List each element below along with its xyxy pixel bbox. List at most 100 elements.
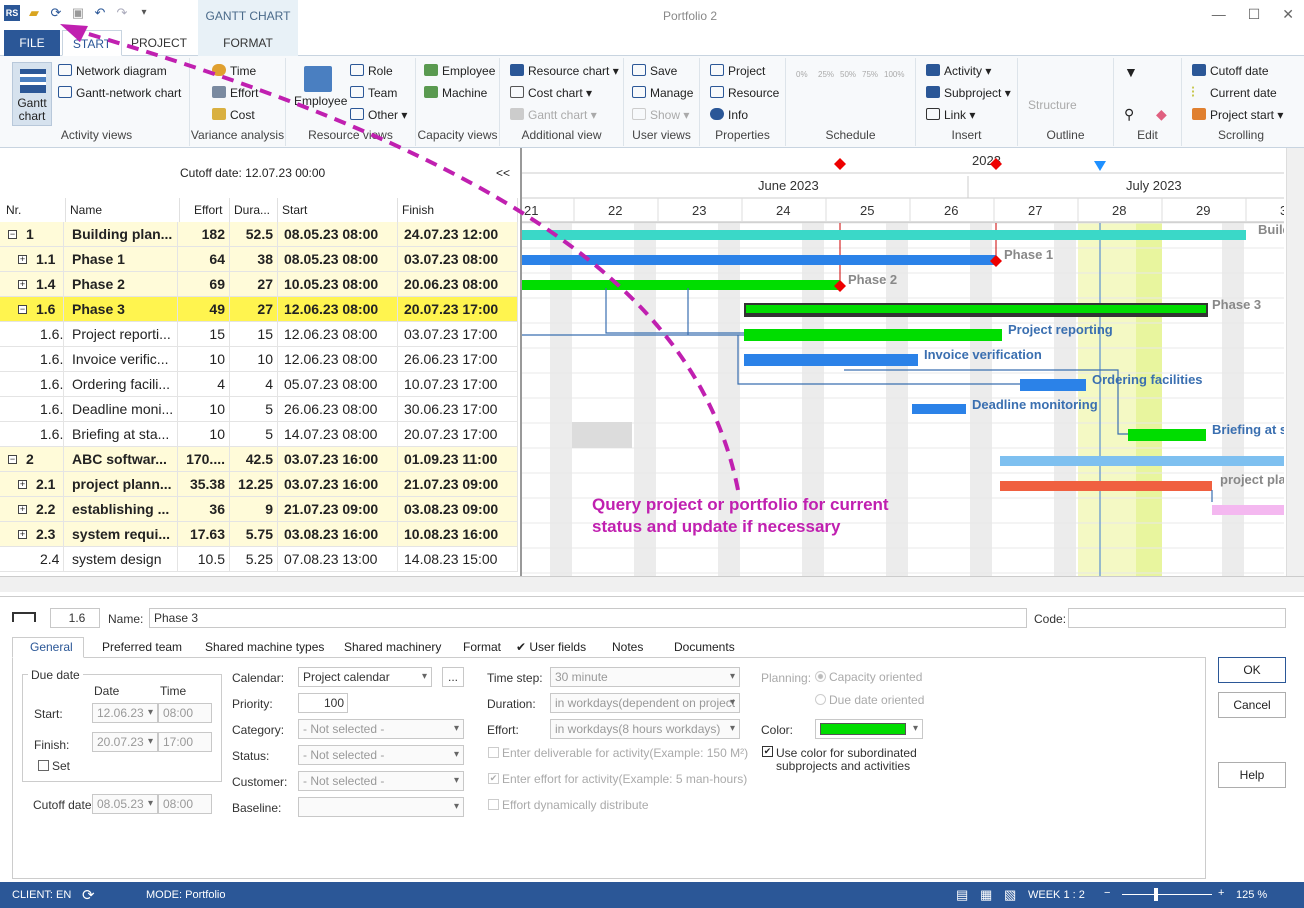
dynamic-effort-checkbox[interactable] xyxy=(488,799,499,810)
resource-role-button[interactable]: Role xyxy=(350,64,393,78)
insert-link-button[interactable]: Link ▾ xyxy=(926,108,975,122)
project-properties-button[interactable]: Project xyxy=(710,64,765,78)
insert-subproject-button[interactable]: Subproject ▾ xyxy=(926,86,1011,100)
view-save-button[interactable]: Save xyxy=(632,64,677,78)
insert-activity-button[interactable]: Activity ▾ xyxy=(926,64,991,78)
collapse-grid-button[interactable]: << xyxy=(496,166,510,180)
col-finish[interactable]: Finish xyxy=(402,198,518,222)
cost-chart-button[interactable]: Cost chart ▾ xyxy=(510,86,592,100)
capacity-radio[interactable] xyxy=(815,671,826,682)
finish-date-field[interactable]: 20.07.23 xyxy=(92,732,158,752)
pct-25[interactable]: 25% xyxy=(818,70,840,79)
col-effort[interactable]: Effort xyxy=(180,198,230,222)
dtab-format[interactable]: Format xyxy=(463,640,501,658)
cutoff-date-field[interactable]: 08.05.23 xyxy=(92,794,158,814)
pct-0[interactable]: 0% xyxy=(796,70,818,79)
client-language[interactable]: CLIENT: EN xyxy=(12,889,71,901)
priority-field[interactable]: 100 xyxy=(298,693,348,713)
effort-select[interactable]: in workdays(8 hours workdays) xyxy=(550,719,740,739)
color-select[interactable] xyxy=(815,719,923,739)
resource-team-button[interactable]: Team xyxy=(350,86,397,100)
gantt-network-button[interactable]: Gantt-network chart xyxy=(58,86,181,100)
scroll-cutoff-button[interactable]: Cutoff date xyxy=(1192,64,1269,78)
tab-file[interactable]: FILE xyxy=(4,30,60,56)
detail-name-field[interactable]: Phase 3 xyxy=(149,608,1027,628)
table-row[interactable]: +2.1 project plann... 35.38 12.25 03.07.23 1… xyxy=(0,472,518,497)
cutoff-time-field[interactable]: 08:00 xyxy=(158,794,212,814)
start-time-field[interactable]: 08:00 xyxy=(158,703,212,723)
variance-effort-button[interactable]: Effort xyxy=(212,86,258,100)
dtab-shared-machine-types[interactable]: Shared machine types xyxy=(205,640,324,658)
category-select[interactable]: - Not selected - xyxy=(298,719,464,739)
pct-100[interactable]: 100% xyxy=(884,70,906,79)
zoom-slider-track[interactable] xyxy=(1122,894,1212,895)
customer-select[interactable]: - Not selected - xyxy=(298,771,464,791)
calendar-select[interactable]: Project calendar xyxy=(298,667,432,687)
view-split-icon[interactable]: ▧ xyxy=(1004,887,1016,903)
dtab-documents[interactable]: Documents xyxy=(674,640,735,658)
help-button[interactable]: Help xyxy=(1218,762,1286,788)
table-row[interactable]: +1.4 Phase 2 69 27 10.05.23 08:00 20.06.23 08… xyxy=(0,272,518,297)
find-icon[interactable]: ⚲ xyxy=(1124,106,1134,123)
finish-time-field[interactable]: 17:00 xyxy=(158,732,212,752)
pct-50[interactable]: 50% xyxy=(840,70,862,79)
capacity-machine-button[interactable]: Machine xyxy=(424,86,487,100)
pct-75[interactable]: 75% xyxy=(862,70,884,79)
set-checkbox[interactable] xyxy=(38,760,49,771)
table-row[interactable]: 1.6. Project reporti... 15 15 12.06.23 08:00… xyxy=(0,322,518,347)
ok-button[interactable]: OK xyxy=(1218,657,1286,683)
use-color-checkbox[interactable]: ✔ xyxy=(762,746,773,757)
gantt-chart-button[interactable]: Gantt chart xyxy=(12,62,52,126)
col-name[interactable]: Name xyxy=(70,198,180,222)
dtab-notes[interactable]: Notes xyxy=(612,640,643,658)
network-diagram-button[interactable]: Network diagram xyxy=(58,64,167,78)
variance-time-button[interactable]: Time xyxy=(212,64,256,78)
table-row[interactable]: +1.1 Phase 1 64 38 08.05.23 08:00 03.07.23 08… xyxy=(0,247,518,272)
scroll-current-button[interactable]: Current date xyxy=(1192,86,1277,100)
table-row[interactable]: 1.6. Briefing at sta... 10 5 14.07.23 08:00 2… xyxy=(0,422,518,447)
variance-cost-button[interactable]: Cost xyxy=(212,108,255,122)
capacity-employee-button[interactable]: Employee xyxy=(424,64,495,78)
info-button[interactable]: Info xyxy=(710,108,748,122)
table-row[interactable]: 1.6. Ordering facili... 4 4 05.07.23 08:00 10… xyxy=(0,372,518,397)
table-row[interactable]: 1.6. Invoice verific... 10 10 12.06.23 08:00… xyxy=(0,347,518,372)
detail-code-field[interactable] xyxy=(1068,608,1286,628)
col-duration[interactable]: Dura... xyxy=(234,198,278,222)
duration-select[interactable]: in workdays(dependent on project c xyxy=(550,693,740,713)
zoom-slider-thumb[interactable] xyxy=(1154,888,1158,901)
start-date-field[interactable]: 12.06.23 xyxy=(92,703,158,723)
resource-chart-button[interactable]: Resource chart ▾ xyxy=(510,64,619,78)
detail-nr-field[interactable]: 1.6 xyxy=(50,608,100,628)
tab-format[interactable]: FORMAT xyxy=(198,30,298,56)
dtab-general[interactable]: General xyxy=(30,640,73,658)
view-normal-icon[interactable]: ▤ xyxy=(956,887,968,903)
status-select[interactable]: - Not selected - xyxy=(298,745,464,765)
horizontal-scrollbar[interactable] xyxy=(0,576,1304,592)
enter-effort-checkbox[interactable]: ✔ xyxy=(488,773,499,784)
table-row[interactable]: 2.4 system design 10.5 5.25 07.08.23 13:00 14… xyxy=(0,547,518,572)
minimize-icon[interactable]: — xyxy=(1212,6,1226,23)
dtab-shared-machinery[interactable]: Shared machinery xyxy=(344,640,441,658)
baseline-select[interactable] xyxy=(298,797,464,817)
dtab-user-fields[interactable]: ✔ User fields xyxy=(516,640,586,658)
resource-properties-button[interactable]: Resource xyxy=(710,86,779,100)
zoom-in-icon[interactable]: + xyxy=(1218,887,1224,899)
view-show-button[interactable]: Show ▾ xyxy=(632,108,689,122)
view-grid-icon[interactable]: ▦ xyxy=(980,887,992,903)
deliverable-checkbox[interactable] xyxy=(488,747,499,758)
timestep-select[interactable]: 30 minute xyxy=(550,667,740,687)
tab-project[interactable]: PROJECT xyxy=(128,30,190,56)
table-row[interactable]: −1.6 Phase 3 49 27 12.06.23 08:00 20.07.23 17… xyxy=(0,297,518,322)
structure-button[interactable]: Structure xyxy=(1028,98,1077,112)
calendar-more-button[interactable]: ... xyxy=(442,667,464,687)
table-row[interactable]: +2.3 system requi... 17.63 5.75 03.08.23 16:… xyxy=(0,522,518,547)
table-row[interactable]: −2 ABC softwar... 170.... 42.5 03.07.23 16:0… xyxy=(0,447,518,472)
view-manage-button[interactable]: Manage xyxy=(632,86,693,100)
eraser-icon[interactable]: ◆ xyxy=(1156,106,1167,123)
table-row[interactable]: 1.6. Deadline moni... 10 5 26.06.23 08:00 30.… xyxy=(0,397,518,422)
scroll-project-start-button[interactable]: Project start ▾ xyxy=(1192,108,1283,122)
col-start[interactable]: Start xyxy=(282,198,398,222)
cancel-button[interactable]: Cancel xyxy=(1218,692,1286,718)
due-date-radio[interactable] xyxy=(815,694,826,705)
resource-employee-button[interactable]: Employee xyxy=(294,64,347,108)
